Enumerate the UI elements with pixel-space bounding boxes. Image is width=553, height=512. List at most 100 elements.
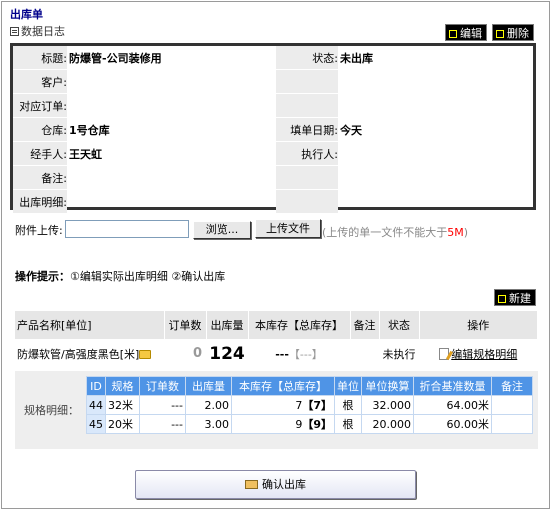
spec-conv: 20.000 xyxy=(361,414,414,434)
spec-col-spec: 规格 xyxy=(105,376,140,396)
spec-base: 64.00米 xyxy=(413,395,492,415)
product-name: 防爆软管/高强度黑色[米] xyxy=(17,347,140,361)
customer-label: 客户: xyxy=(13,69,67,94)
stock-cell: ---【---】 xyxy=(248,339,350,368)
spec-conv: 32.000 xyxy=(361,395,414,415)
hint-step2: ②确认出库 xyxy=(171,270,226,283)
stock-value: --- xyxy=(275,347,289,361)
spec-spec: 20米 xyxy=(105,414,140,434)
executor-value xyxy=(338,141,533,166)
status-label: 状态: xyxy=(276,46,338,70)
spec-col-base: 折合基准数量 xyxy=(413,376,492,396)
col-action: 操作 xyxy=(419,311,538,339)
new-icon xyxy=(498,295,506,303)
edit-label: 编辑 xyxy=(460,27,482,40)
spec-header: ID 规格 订单数 出库量 本库存【总库存】 单位 单位换算 折合基准数量 备注 xyxy=(86,376,533,396)
status-value: 未出库 xyxy=(338,46,533,70)
spec-row: 44 32米 --- 2.00 7【7】 根 32.000 64.00米 xyxy=(86,395,533,415)
spec-id: 45 xyxy=(86,414,106,434)
spec-col-order: 订单数 xyxy=(139,376,186,396)
col-product: 产品名称[单位] xyxy=(15,311,165,339)
warehouse-value: 1号仓库 xyxy=(67,117,276,142)
order-value xyxy=(67,93,276,118)
fill-date-value: 今天 xyxy=(338,117,533,142)
product-cell: 防爆软管/高强度黑色[米] xyxy=(15,339,164,368)
data-log-label: 数据日志 xyxy=(21,25,65,38)
note-prefix: (上传的单一文件不能大于 xyxy=(322,226,448,239)
confirm-icon xyxy=(245,480,258,489)
spec-unit: 根 xyxy=(334,395,362,415)
edit-note-icon xyxy=(439,347,450,360)
table-row: 防爆软管/高强度黑色[米] 0 124 ---【---】 未执行 编辑规格明细 xyxy=(15,339,538,368)
upload-label: 附件上传: xyxy=(15,224,63,237)
new-button[interactable]: 新建 xyxy=(494,289,536,306)
col-status: 状态 xyxy=(379,311,420,339)
delete-button[interactable]: 删除 xyxy=(492,24,534,41)
info-panel: 标题: 防爆管-公司装修用 状态: 未出库 客户: 对应订单: 仓库: 1号仓库… xyxy=(10,43,536,214)
page-title: 出库单 xyxy=(10,8,43,21)
edit-button[interactable]: 编辑 xyxy=(445,24,487,41)
upload-file-button[interactable]: 上传文件 xyxy=(255,219,321,238)
handler-label: 经手人: xyxy=(13,141,67,166)
executor-label: 执行人: xyxy=(276,141,338,166)
data-log-link[interactable]: 数据日志 xyxy=(10,23,65,39)
title-label: 标题: xyxy=(13,46,67,70)
folder-icon[interactable] xyxy=(139,349,152,359)
spec-remark xyxy=(491,395,533,415)
warehouse-label: 仓库: xyxy=(13,117,67,142)
hint-label: 操作提示： xyxy=(15,270,70,283)
spec-stock: 7【7】 xyxy=(231,395,335,415)
remark-cell xyxy=(350,339,379,368)
edit-spec-link[interactable]: 编辑规格明细 xyxy=(419,339,538,368)
spec-order: --- xyxy=(139,395,186,415)
out-qty: 124 xyxy=(209,343,245,364)
operation-hint: 操作提示：①编辑实际出库明细 ②确认出库 xyxy=(15,268,225,284)
file-path-input[interactable] xyxy=(65,220,189,238)
spec-col-remark: 备注 xyxy=(491,376,533,396)
spec-table: ID 规格 订单数 出库量 本库存【总库存】 单位 单位换算 折合基准数量 备注… xyxy=(86,376,533,434)
new-label: 新建 xyxy=(509,292,531,305)
fill-date-label: 填单日期: xyxy=(276,117,338,142)
spec-remark xyxy=(491,414,533,434)
note-suffix: ) xyxy=(463,226,469,239)
handler-value: 王天虹 xyxy=(67,141,276,166)
remark-label: 备注: xyxy=(13,165,67,190)
order-qty: 0 xyxy=(192,346,202,361)
col-order-qty: 订单数 xyxy=(164,311,207,339)
stock-total: 【---】 xyxy=(288,347,323,361)
log-icon xyxy=(10,27,19,36)
order-label: 对应订单: xyxy=(13,93,67,118)
spec-col-stock: 本库存【总库存】 xyxy=(231,376,335,396)
product-table: 产品名称[单位] 订单数 出库量 本库存【总库存】 备注 状态 操作 防爆软管/… xyxy=(15,311,538,368)
spec-unit: 根 xyxy=(334,414,362,434)
hint-step1: ①编辑实际出库明细 xyxy=(70,270,168,283)
browse-button[interactable]: 浏览... xyxy=(193,221,251,239)
spec-col-out: 出库量 xyxy=(185,376,232,396)
col-stock: 本库存【总库存】 xyxy=(248,311,351,339)
col-out-qty: 出库量 xyxy=(206,311,249,339)
spec-order: --- xyxy=(139,414,186,434)
customer-value xyxy=(67,69,276,94)
edit-spec-label: 编辑规格明细 xyxy=(451,347,518,361)
detail-label: 出库明细: xyxy=(13,189,67,214)
edit-icon xyxy=(449,30,457,38)
spec-stock-total: 【7】 xyxy=(302,399,332,412)
spec-out: 3.00 xyxy=(185,414,232,434)
spec-panel: 规格明细： ID 规格 订单数 出库量 本库存【总库存】 单位 单位换算 折合基… xyxy=(15,371,538,449)
product-table-header: 产品名称[单位] 订单数 出库量 本库存【总库存】 备注 状态 操作 xyxy=(15,311,538,339)
spec-row: 45 20米 --- 3.00 9【9】 根 20.000 60.00米 xyxy=(86,414,533,434)
col-remark: 备注 xyxy=(350,311,380,339)
remark-value xyxy=(67,165,276,190)
spec-stock-total: 【9】 xyxy=(302,418,332,431)
delete-icon xyxy=(496,30,504,38)
spec-spec: 32米 xyxy=(105,395,140,415)
spec-stock: 9【9】 xyxy=(231,414,335,434)
upload-size-note: (上传的单一文件不能大于5M) xyxy=(322,224,468,240)
title-value: 防爆管-公司装修用 xyxy=(67,46,276,70)
delete-label: 删除 xyxy=(507,27,529,40)
spec-col-unit: 单位 xyxy=(334,376,362,396)
confirm-out-button[interactable]: 确认出库 xyxy=(135,470,416,499)
spec-base: 60.00米 xyxy=(413,414,492,434)
row-status: 未执行 xyxy=(382,347,416,361)
spec-id: 44 xyxy=(86,395,106,415)
